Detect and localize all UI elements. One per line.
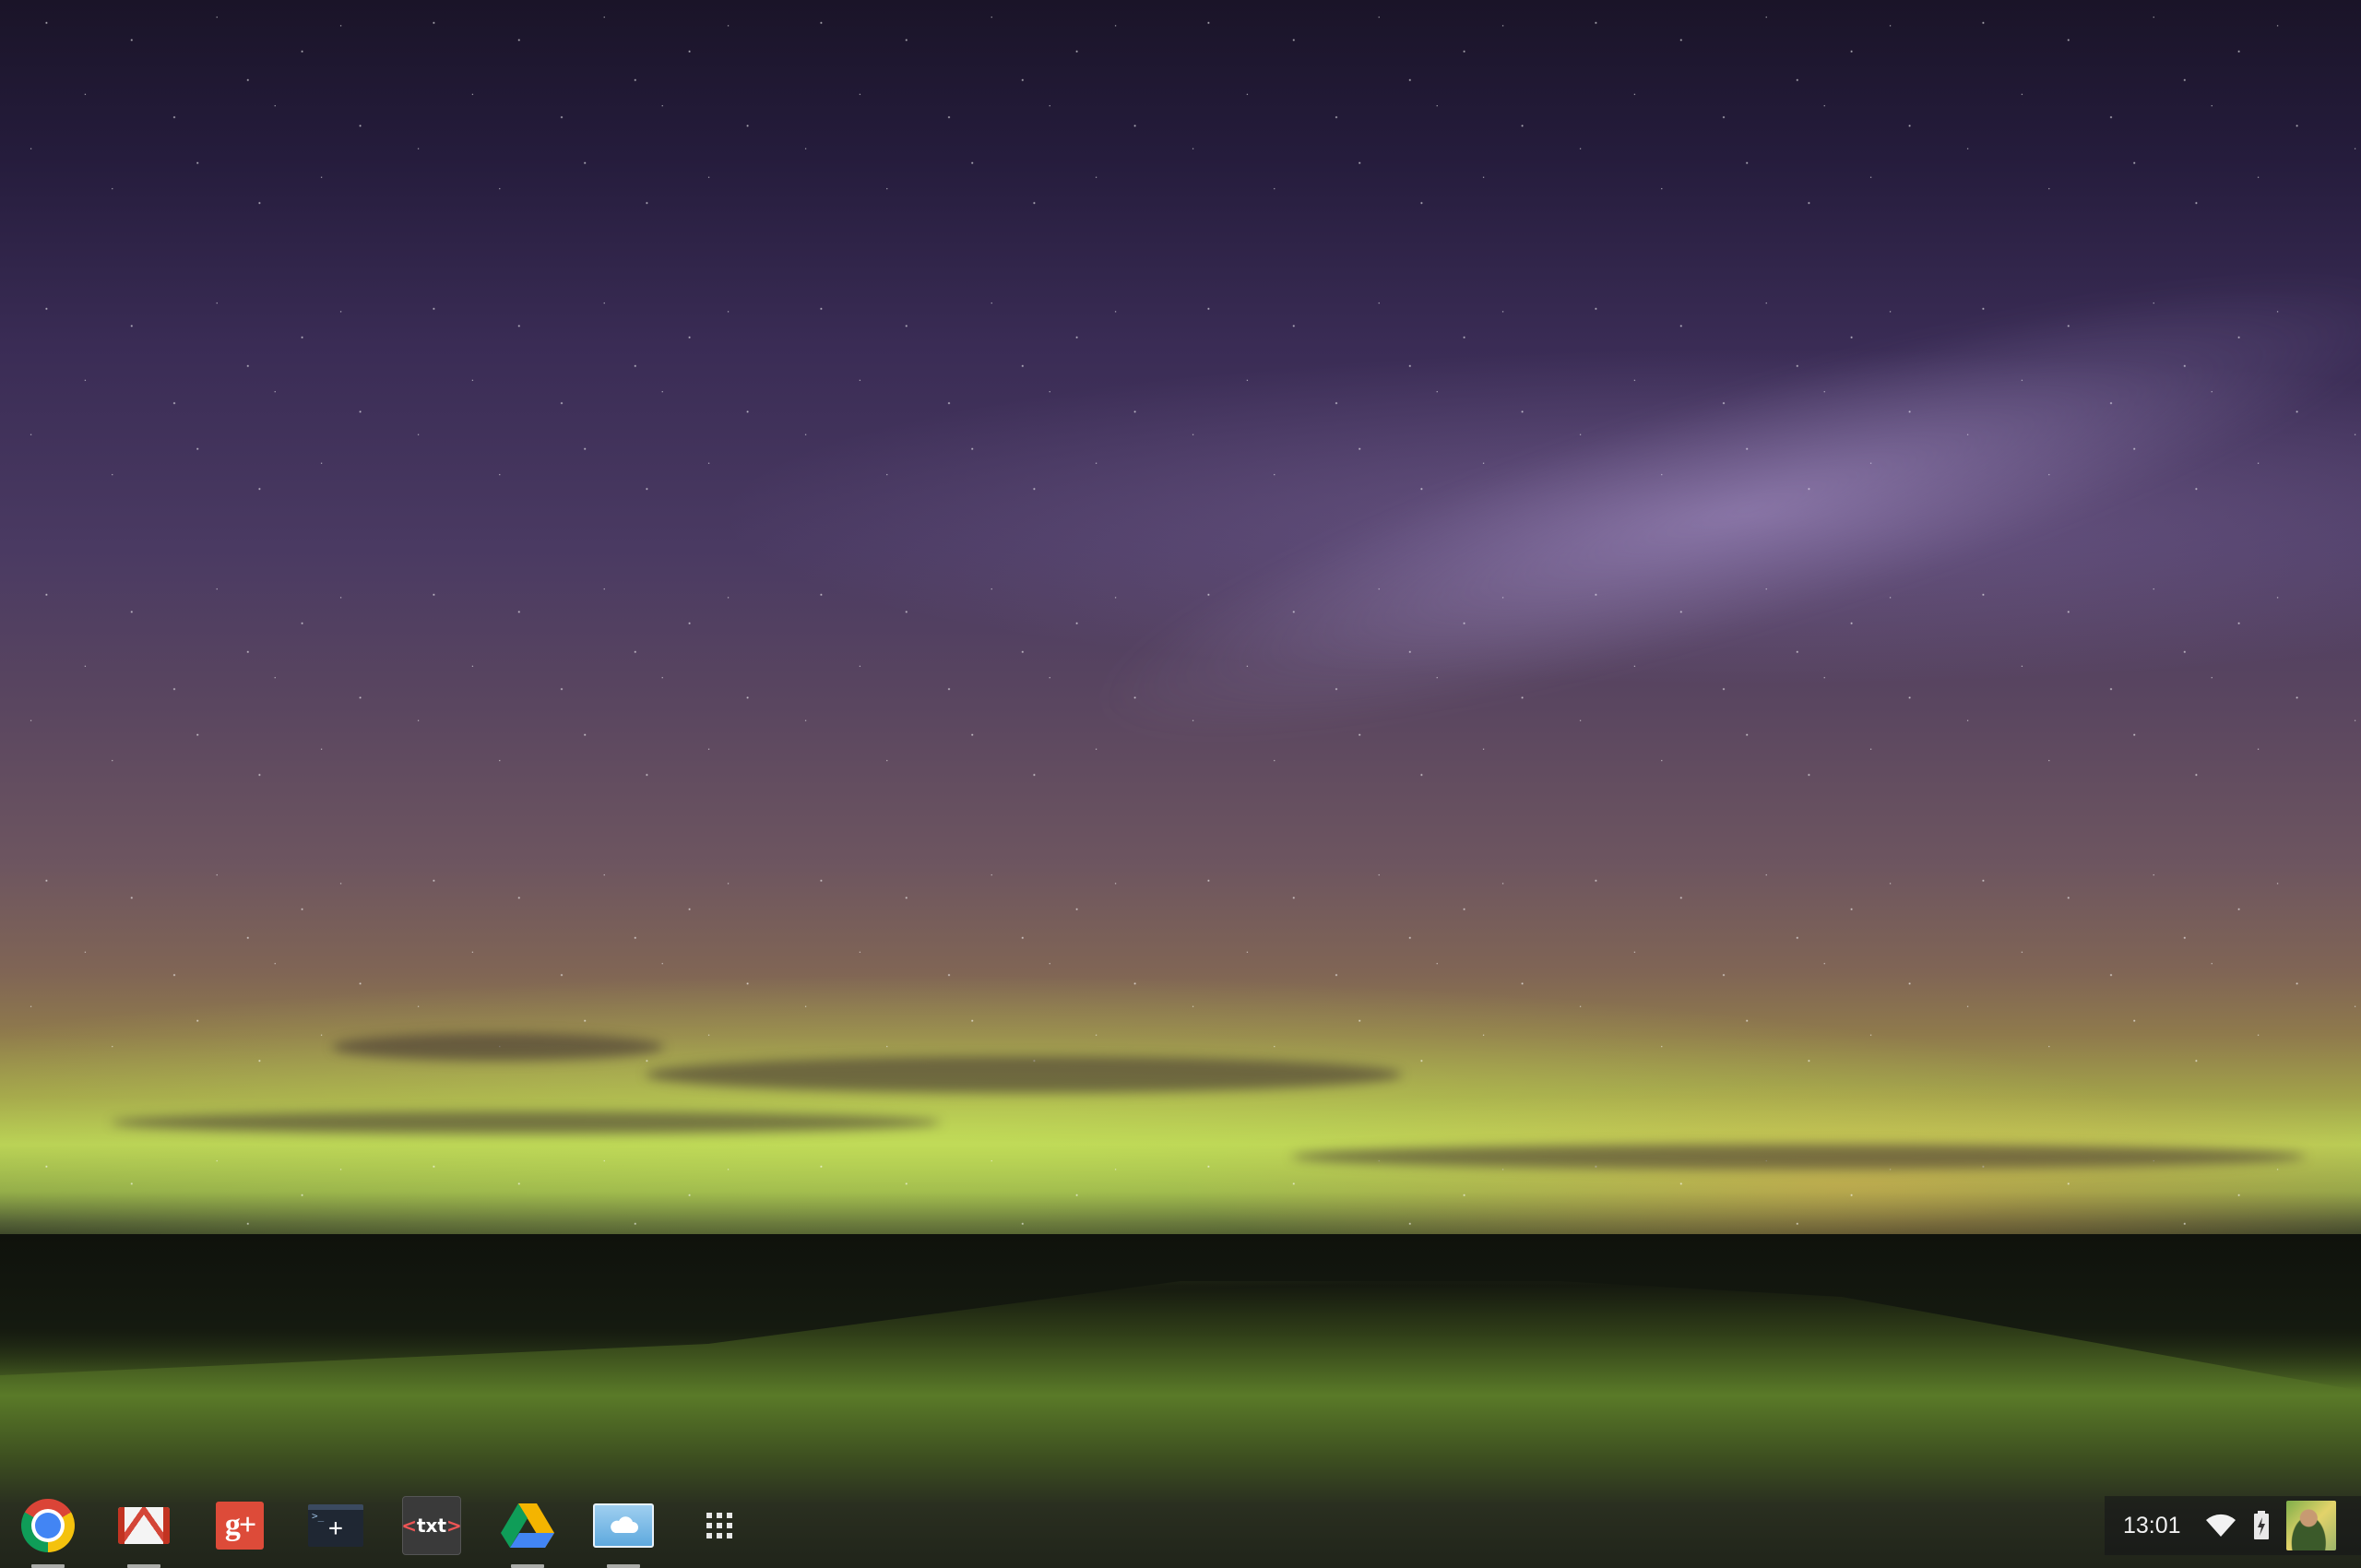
shelf-app-text[interactable]: < txt > [398, 1492, 465, 1559]
text-bracket-right: > [446, 1515, 462, 1537]
desktop-wallpaper [0, 0, 2361, 1568]
running-indicator [31, 1564, 65, 1568]
running-indicator [511, 1564, 544, 1568]
wifi-icon [2205, 1514, 2236, 1538]
apps-grid-icon [706, 1513, 732, 1538]
shelf-app-chrome[interactable] [15, 1492, 81, 1568]
chrome-icon [21, 1499, 75, 1552]
cloud-icon [593, 1503, 654, 1548]
running-indicator [127, 1564, 160, 1568]
shelf-app-google-plus[interactable]: g+ [207, 1492, 273, 1559]
google-plus-icon: g+ [216, 1502, 264, 1550]
shelf-app-terminal[interactable]: >_ + [303, 1492, 369, 1559]
shelf-app-gmail[interactable] [111, 1492, 177, 1568]
app-launcher-button[interactable] [686, 1492, 753, 1559]
shelf: g+ >_ + < txt > 13:01 [0, 1483, 2361, 1568]
google-plus-label: g+ [224, 1508, 256, 1542]
wallpaper-cloud [111, 1111, 941, 1134]
text-editor-icon: < txt > [401, 1496, 462, 1555]
wallpaper-cloud [332, 1033, 664, 1061]
user-avatar[interactable] [2285, 1501, 2336, 1550]
gmail-icon [118, 1507, 170, 1544]
running-indicator [607, 1564, 640, 1568]
wallpaper-shoreline [0, 1234, 2361, 1391]
status-tray[interactable]: 13:01 [2105, 1496, 2361, 1555]
text-label: txt [416, 1515, 447, 1537]
terminal-icon: >_ + [308, 1504, 363, 1547]
google-drive-icon [501, 1503, 554, 1548]
wallpaper-cloud [646, 1056, 1402, 1093]
cloud-glyph [611, 1516, 638, 1533]
text-bracket-left: < [401, 1515, 417, 1537]
terminal-label: + [328, 1515, 343, 1542]
battery-charging-icon [2253, 1511, 2270, 1540]
clock[interactable]: 13:01 [2123, 1513, 2181, 1539]
shelf-app-drive[interactable] [494, 1492, 561, 1568]
app-launcher-bar: g+ >_ + < txt > [15, 1492, 782, 1568]
terminal-prompt: >_ [312, 1510, 325, 1522]
wallpaper-cloud [1291, 1144, 2306, 1170]
shelf-app-cloud[interactable] [590, 1492, 657, 1568]
